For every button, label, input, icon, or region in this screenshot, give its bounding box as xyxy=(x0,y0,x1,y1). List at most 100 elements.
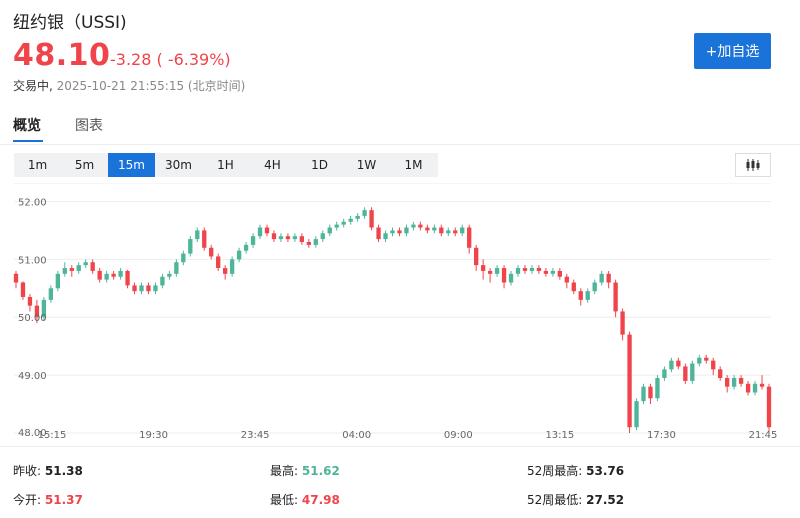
candle-body xyxy=(557,270,562,277)
candle-body xyxy=(711,360,716,370)
candle-body xyxy=(697,357,702,364)
candle-body xyxy=(153,285,158,292)
candle-body xyxy=(355,215,360,219)
candle-body xyxy=(390,230,395,234)
candle-body xyxy=(369,210,374,228)
tab-overview[interactable]: 概览 xyxy=(13,115,41,135)
candle-body xyxy=(529,268,535,271)
candle-body xyxy=(48,288,54,300)
candle-body xyxy=(243,244,249,251)
candle-body xyxy=(508,273,514,283)
candle-body xyxy=(683,366,688,381)
last-price: 48.10 xyxy=(13,38,111,73)
candle-body xyxy=(313,239,318,245)
candle-body xyxy=(592,282,597,292)
candle-body xyxy=(320,233,325,240)
stat-high: 最高: 51.62 xyxy=(270,462,340,479)
candle-body xyxy=(648,386,653,399)
candle-body xyxy=(292,236,298,240)
candle-body xyxy=(174,262,179,274)
candle-body xyxy=(327,227,332,234)
stat-value: 51.38 xyxy=(44,464,83,478)
y-tick-label: 52.00 xyxy=(18,197,47,208)
x-tick-label: 09:00 xyxy=(444,430,473,441)
candle-body xyxy=(278,236,284,240)
candle-body xyxy=(460,227,465,234)
stat-value: 27.52 xyxy=(586,493,625,507)
x-tick-label: 13:15 xyxy=(545,430,574,441)
candle-body xyxy=(264,227,270,234)
x-tick-label: 23:45 xyxy=(241,430,270,441)
candle-body xyxy=(216,256,221,269)
candle-body xyxy=(76,265,81,271)
interval-1m[interactable]: 1m xyxy=(14,153,61,177)
interval-1mo[interactable]: 1M xyxy=(390,153,437,177)
candle-body xyxy=(718,369,723,379)
candle-body xyxy=(90,262,95,271)
candle-body xyxy=(20,282,26,297)
stats-divider xyxy=(0,446,800,447)
interval-1d[interactable]: 1D xyxy=(296,153,343,177)
candle-body xyxy=(439,227,444,234)
interval-5m[interactable]: 5m xyxy=(61,153,108,177)
candle-body xyxy=(536,268,542,271)
interval-1h[interactable]: 1H xyxy=(202,153,249,177)
candle-body xyxy=(759,383,765,387)
candle-body xyxy=(543,270,549,274)
interval-15m[interactable]: 15m xyxy=(108,153,155,177)
stat-open: 今开: 51.37 xyxy=(13,491,83,508)
candle-body xyxy=(83,262,88,266)
candle-body xyxy=(111,273,116,277)
stat-label: 最高: xyxy=(270,464,299,478)
candle-body xyxy=(195,230,200,240)
stat-low: 最低: 47.98 xyxy=(270,491,340,508)
status-time: 2025-10-21 21:55:15 (北京时间) xyxy=(56,79,246,93)
candle-body xyxy=(69,268,74,271)
candle-body xyxy=(167,273,172,277)
x-tick-label: 17:30 xyxy=(647,430,676,441)
interval-1w[interactable]: 1W xyxy=(343,153,390,177)
candle-body xyxy=(494,268,500,274)
candle-body xyxy=(146,285,151,292)
candle-body xyxy=(404,227,409,234)
chart-type-button[interactable] xyxy=(735,153,771,177)
stat-label: 52周最高: xyxy=(527,464,583,478)
candle-body xyxy=(641,386,646,402)
candle-body xyxy=(474,247,479,266)
candle-body xyxy=(766,386,772,428)
candle-body xyxy=(738,378,744,384)
candle-body xyxy=(223,268,228,274)
candle-body xyxy=(599,273,604,283)
candle-body xyxy=(236,250,242,260)
candle-body xyxy=(752,383,758,393)
y-tick-label: 50.00 xyxy=(18,313,47,324)
candle-body xyxy=(453,230,458,234)
candle-body xyxy=(585,291,590,300)
x-tick-label: 15:15 xyxy=(38,430,67,441)
candle-body xyxy=(606,273,611,283)
candle-body xyxy=(250,236,256,245)
candle-body xyxy=(487,270,493,274)
candle-body xyxy=(55,273,60,289)
tab-chart[interactable]: 图表 xyxy=(75,115,103,135)
price-change: -3.28 ( -6.39%) xyxy=(110,50,231,69)
x-tick-label: 04:00 xyxy=(342,430,371,441)
candle-body xyxy=(125,270,130,286)
candle-body xyxy=(467,227,472,248)
candle-body xyxy=(383,233,388,240)
trading-status: 交易中, 2025-10-21 21:55:15 (北京时间) xyxy=(13,77,245,94)
candle-body xyxy=(564,276,569,283)
candlestick-series xyxy=(13,207,772,433)
interval-selector: 1m 5m 15m 30m 1H 4H 1D 1W 1M xyxy=(14,153,438,177)
interval-4h[interactable]: 4H xyxy=(249,153,296,177)
candle-body xyxy=(432,227,437,231)
add-watchlist-button[interactable]: +加自选 xyxy=(694,33,771,69)
interval-30m[interactable]: 30m xyxy=(155,153,202,177)
candle-body xyxy=(745,383,751,393)
candle-body xyxy=(13,273,19,283)
candle-body xyxy=(550,270,556,274)
candle-body xyxy=(160,276,165,286)
stat-value: 51.37 xyxy=(44,493,83,507)
price-chart[interactable]: 52.0051.0050.0049.0048.0015:15 19:30 23:45… xyxy=(0,183,800,445)
candle-body xyxy=(620,311,625,335)
